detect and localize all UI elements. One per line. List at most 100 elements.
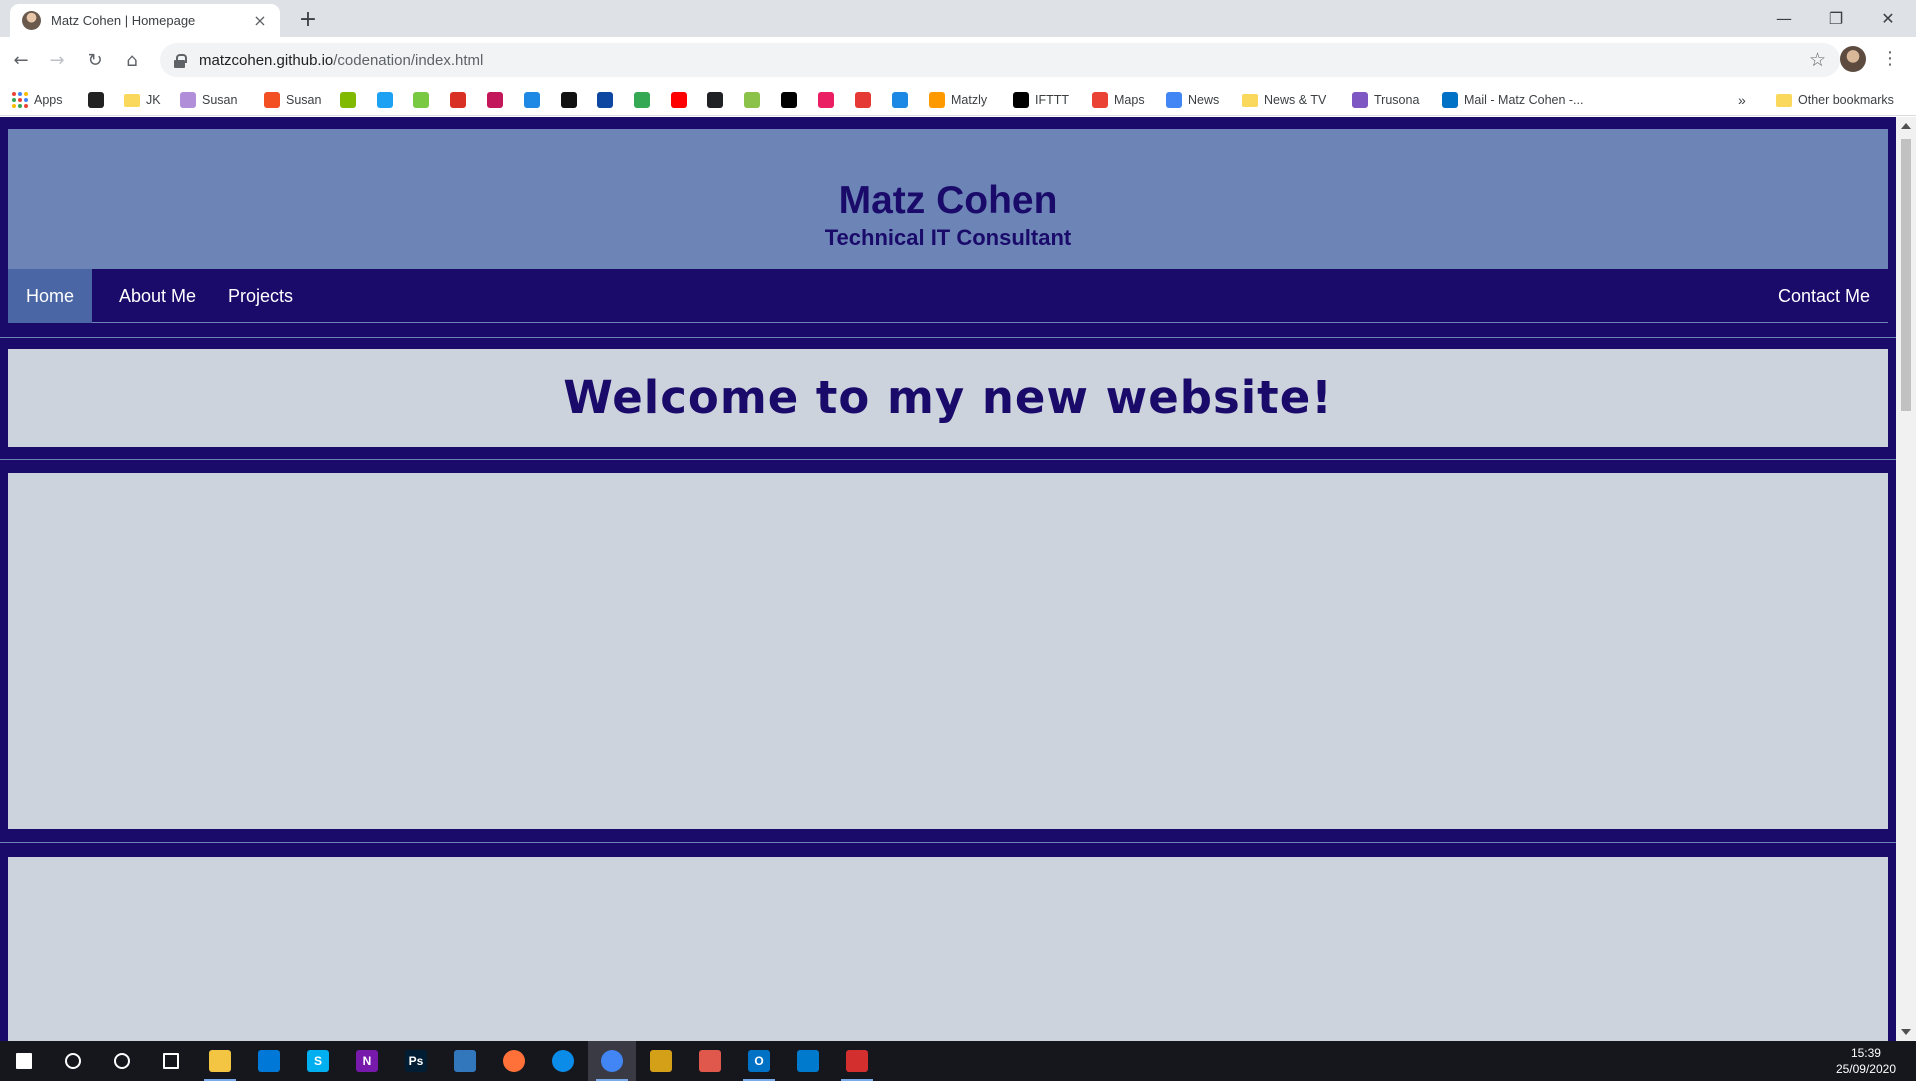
page-scrollbar[interactable] — [1896, 117, 1916, 1041]
bookmark-item[interactable] — [744, 89, 760, 111]
nav-about-me[interactable]: About Me — [101, 269, 214, 323]
bookmark-item[interactable] — [781, 89, 797, 111]
tab-close-icon[interactable]: × — [252, 11, 268, 30]
bookmark-item[interactable]: Matzly — [929, 89, 987, 111]
taskbar-button[interactable] — [588, 1041, 636, 1081]
taskbar-clock[interactable]: 15:39 25/09/2020 — [1836, 1045, 1896, 1077]
bookmark-item[interactable] — [892, 89, 908, 111]
taskbar-button[interactable]: O — [735, 1041, 783, 1081]
bookmark-item[interactable] — [561, 89, 577, 111]
bookmark-item[interactable]: Maps — [1092, 89, 1145, 111]
bookmark-item[interactable] — [88, 89, 104, 111]
bookmark-item[interactable] — [413, 89, 429, 111]
bookmark-favicon-icon — [88, 92, 104, 108]
window-close-button[interactable]: ✕ — [1862, 0, 1914, 37]
bookmark-item[interactable] — [818, 89, 834, 111]
bookmark-apps[interactable]: Apps — [12, 89, 63, 111]
snip-icon — [699, 1050, 721, 1072]
taskbar-button[interactable] — [245, 1041, 293, 1081]
bookmark-favicon-icon — [597, 92, 613, 108]
bookmark-favicon-icon — [413, 92, 429, 108]
scroll-up-icon[interactable] — [1901, 123, 1911, 129]
taskbar-button[interactable]: Ps — [392, 1041, 440, 1081]
skype-icon: S — [307, 1050, 329, 1072]
bookmark-item[interactable] — [671, 89, 687, 111]
bookmark-item[interactable]: Mail - Matz Cohen -... — [1442, 89, 1583, 111]
bookmark-item[interactable] — [524, 89, 540, 111]
bookmark-item[interactable] — [450, 89, 466, 111]
home-button[interactable]: ⌂ — [117, 45, 147, 75]
content-panel — [8, 857, 1888, 1041]
bookmark-item[interactable]: JK — [124, 89, 161, 111]
scroll-down-icon[interactable] — [1901, 1029, 1911, 1035]
bookmark-label: Mail - Matz Cohen -... — [1464, 93, 1584, 107]
divider — [0, 337, 1896, 338]
url-host: matzcohen.github.io — [199, 51, 334, 69]
bookmark-star-icon[interactable]: ☆ — [1809, 49, 1826, 71]
search-icon — [65, 1053, 81, 1069]
lock-icon[interactable] — [174, 53, 187, 68]
bookmark-favicon-icon — [818, 92, 834, 108]
taskbar-button[interactable]: S — [294, 1041, 342, 1081]
minimize-button[interactable]: — — [1758, 0, 1810, 37]
bookmark-item[interactable] — [707, 89, 723, 111]
bookmark-favicon-icon — [707, 92, 723, 108]
bookmark-favicon-icon — [264, 92, 280, 108]
taskbar-button[interactable] — [490, 1041, 538, 1081]
bookmark-favicon-icon — [855, 92, 871, 108]
bookmark-item[interactable]: Trusona — [1352, 89, 1419, 111]
bookmark-item[interactable] — [855, 89, 871, 111]
taskbar-button[interactable] — [98, 1041, 146, 1081]
page-viewport: Matz Cohen Technical IT Consultant Home … — [0, 117, 1896, 1041]
tab-strip: Matz Cohen | Homepage × + — ❐ ✕ — [0, 0, 1916, 37]
taskbar-button[interactable] — [147, 1041, 195, 1081]
bookmark-item[interactable] — [487, 89, 503, 111]
browser-tab[interactable]: Matz Cohen | Homepage × — [10, 4, 280, 37]
divider — [0, 842, 1896, 843]
bookmarks-overflow-button[interactable]: » — [1738, 89, 1746, 111]
bookmark-item[interactable] — [634, 89, 650, 111]
taskbar-button[interactable] — [49, 1041, 97, 1081]
vscode-icon — [797, 1050, 819, 1072]
clock-date: 25/09/2020 — [1835, 1062, 1896, 1076]
taskbar-button[interactable] — [833, 1041, 881, 1081]
taskbar-button[interactable] — [637, 1041, 685, 1081]
bookmark-item[interactable] — [377, 89, 393, 111]
taskbar-button[interactable] — [539, 1041, 587, 1081]
bookmark-label: Trusona — [1374, 93, 1420, 107]
bookmark-item[interactable]: News — [1166, 89, 1219, 111]
taskbar-button[interactable] — [441, 1041, 489, 1081]
folder-icon — [124, 93, 140, 107]
bookmark-item[interactable] — [597, 89, 613, 111]
taskbar-button[interactable] — [686, 1041, 734, 1081]
scroll-thumb[interactable] — [1901, 139, 1911, 411]
address-bar[interactable]: matzcohen.github.io/codenation/index.htm… — [160, 43, 1840, 77]
bookmark-item[interactable]: Susan — [264, 89, 321, 111]
taskbar-button[interactable] — [0, 1041, 48, 1081]
new-tab-button[interactable]: + — [294, 6, 322, 34]
nav-projects[interactable]: Projects — [210, 269, 311, 323]
url-text: matzcohen.github.io/codenation/index.htm… — [199, 52, 483, 69]
back-button[interactable]: ← — [6, 45, 36, 75]
bookmark-label: Susan — [202, 93, 238, 107]
taskbar-button[interactable] — [196, 1041, 244, 1081]
bookmark-item[interactable]: News & TV — [1242, 89, 1326, 111]
bookmark-item[interactable]: Susan — [180, 89, 237, 111]
profile-avatar[interactable] — [1840, 46, 1866, 72]
nav-contact-me[interactable]: Contact Me — [1760, 269, 1888, 323]
restore-button[interactable]: ❐ — [1810, 0, 1862, 37]
taskbar-button[interactable] — [784, 1041, 832, 1081]
bookmark-other[interactable]: Other bookmarks — [1776, 89, 1894, 111]
browser-menu-icon[interactable]: ⋮ — [1878, 47, 1902, 71]
reload-button[interactable]: ↻ — [80, 45, 110, 75]
url-path: /codenation/index.html — [333, 51, 484, 69]
forward-button[interactable]: → — [42, 45, 72, 75]
taskbar-button[interactable]: N — [343, 1041, 391, 1081]
folder-icon — [1242, 93, 1258, 107]
bookmark-label: Matzly — [951, 93, 988, 107]
bookmark-item[interactable]: IFTTT — [1013, 89, 1069, 111]
content-panel — [8, 473, 1888, 829]
clock-time: 15:39 — [1850, 1046, 1881, 1060]
nav-home[interactable]: Home — [8, 269, 92, 323]
bookmark-item[interactable] — [340, 89, 356, 111]
